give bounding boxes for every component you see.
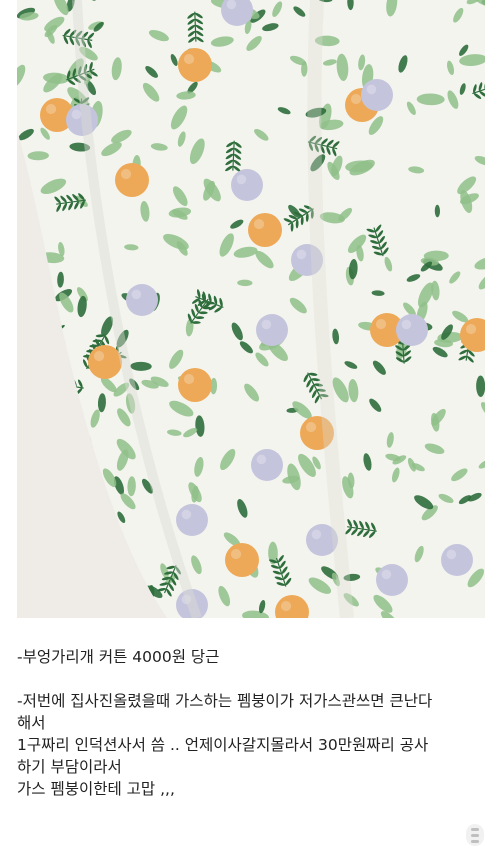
post-line-title: -부엉가리개 커튼 4000원 당근 <box>17 648 220 666</box>
fruit-highlight <box>305 421 317 433</box>
fruit-highlight <box>261 319 272 330</box>
curtain-fabric-image <box>17 0 485 618</box>
lavender-fruit <box>396 314 428 346</box>
orange-fruit <box>115 163 149 197</box>
lavender-fruit <box>376 564 408 596</box>
fruit-highlight <box>183 53 195 65</box>
lavender-fruit <box>256 314 288 346</box>
lavender-fruit <box>441 544 473 576</box>
lavender-fruit <box>361 79 393 111</box>
post-text: -부엉가리개 커튼 4000원 당근 -저번에 집사진올렸을때 가스하는 펨붕이… <box>17 646 487 800</box>
fruit-highlight <box>311 529 322 540</box>
post-line: 가스 펨붕이한테 고맙 ,,, <box>17 780 175 798</box>
lavender-fruit <box>176 504 208 536</box>
fruit-highlight <box>253 218 265 230</box>
fruit-highlight <box>236 174 247 185</box>
fruit-highlight <box>280 600 292 612</box>
post-line: 하기 부담이라서 <box>17 758 122 776</box>
curtain-photo <box>17 0 485 618</box>
fruit-highlight <box>131 289 142 300</box>
post-line: 1구짜리 인덕션사서 씀 .. 언제이사갈지몰라서 30만원짜리 공사 <box>17 736 429 754</box>
fruit-highlight <box>381 569 392 580</box>
fruit-highlight <box>256 454 267 465</box>
fruit-highlight <box>93 350 105 362</box>
lavender-fruit <box>231 169 263 201</box>
orange-fruit <box>178 368 212 402</box>
fruit-highlight <box>71 109 82 120</box>
fruit-highlight <box>230 548 242 560</box>
fruit-highlight <box>446 549 457 560</box>
fruit-highlight <box>296 249 307 260</box>
fruit-highlight <box>350 93 362 105</box>
orange-fruit <box>88 345 122 379</box>
fruit-highlight <box>465 323 477 335</box>
orange-fruit <box>225 543 259 577</box>
fruit-highlight <box>226 0 237 10</box>
orange-fruit <box>178 48 212 82</box>
orange-fruit <box>248 213 282 247</box>
post-line: 해서 <box>17 714 46 732</box>
fruit-highlight <box>45 103 57 115</box>
scroll-handle-icon[interactable] <box>466 824 484 846</box>
post-line: -저번에 집사진올렸을때 가스하는 펨붕이가 저가스관쓰면 큰난다 <box>17 692 433 710</box>
lavender-fruit <box>251 449 283 481</box>
lavender-fruit <box>126 284 158 316</box>
fruit-highlight <box>375 318 387 330</box>
fruit-highlight <box>183 373 195 385</box>
fruit-highlight <box>366 84 377 95</box>
fruit-highlight <box>401 319 412 330</box>
fruit-highlight <box>120 168 132 180</box>
fruit-highlight <box>181 509 192 520</box>
